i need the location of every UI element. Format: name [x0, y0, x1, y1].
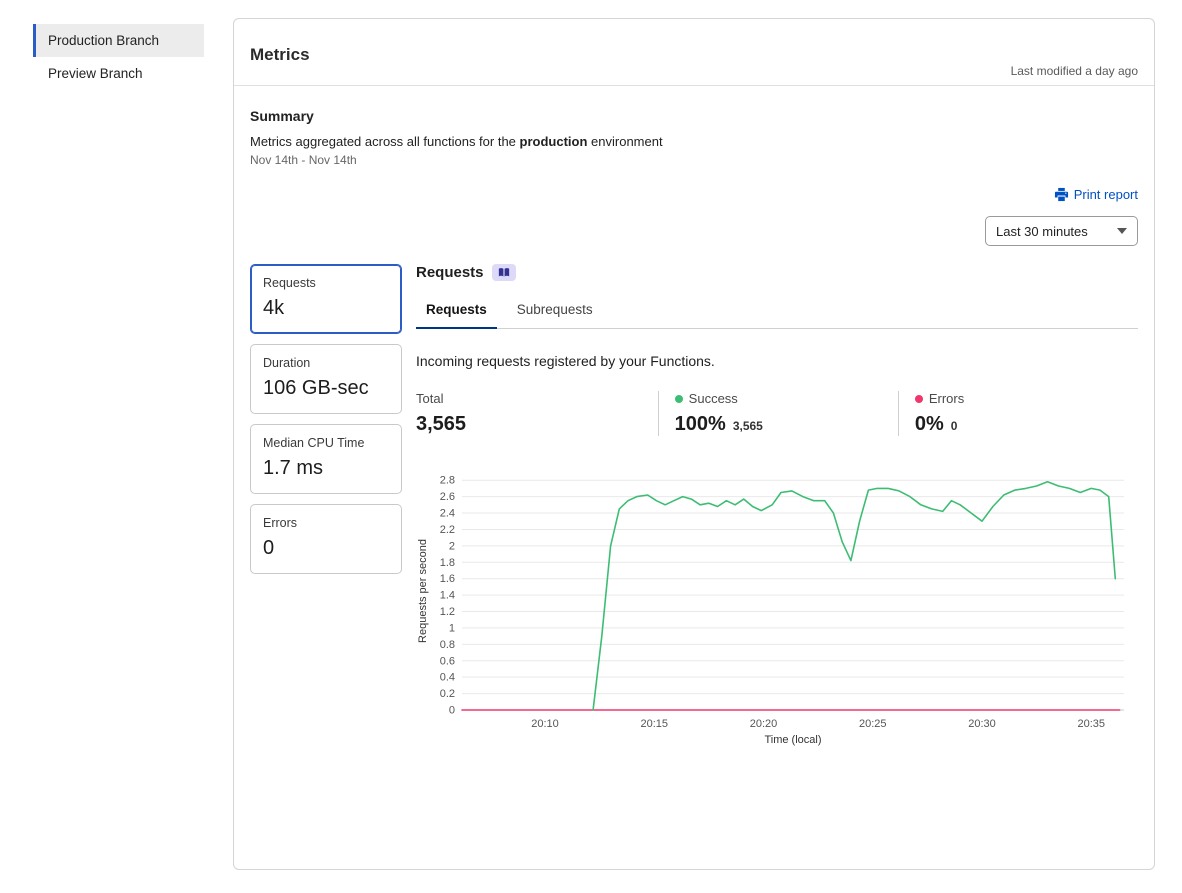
metric-card-duration[interactable]: Duration 106 GB-sec — [250, 344, 402, 414]
svg-text:0.4: 0.4 — [440, 672, 455, 684]
stat-label: Errors — [929, 391, 964, 406]
docs-icon[interactable] — [492, 264, 516, 281]
svg-text:20:35: 20:35 — [1077, 718, 1105, 730]
summary-section: Summary Metrics aggregated across all fu… — [234, 86, 1154, 797]
branch-sidebar: Production Branch Preview Branch — [33, 24, 204, 90]
sidebar-item-label: Production Branch — [48, 33, 159, 48]
stat-total: Total 3,565 — [416, 391, 658, 436]
metric-label: Median CPU Time — [263, 436, 389, 450]
svg-text:2.2: 2.2 — [440, 524, 455, 536]
page-title: Metrics — [250, 45, 1138, 65]
sidebar-item-label: Preview Branch — [48, 66, 143, 81]
svg-text:1.6: 1.6 — [440, 573, 455, 585]
svg-text:2.8: 2.8 — [440, 475, 455, 487]
stat-sub-value: 0 — [951, 419, 958, 433]
svg-text:20:10: 20:10 — [531, 718, 559, 730]
time-range-dropdown[interactable]: Last 30 minutes — [985, 216, 1138, 246]
metric-value: 1.7 ms — [263, 457, 389, 480]
requests-panel-title: Requests — [416, 264, 484, 281]
requests-chart: 0 0.2 0.4 0.6 0.8 1 1.2 1.4 1.6 1.8 2 2.2 2.4 2.6 2.8 2… — [416, 462, 1138, 757]
print-report-label: Print report — [1074, 187, 1138, 202]
metric-card-errors[interactable]: Errors 0 — [250, 504, 402, 574]
svg-text:1.2: 1.2 — [440, 606, 455, 618]
metric-label: Errors — [263, 516, 389, 530]
svg-text:20:20: 20:20 — [750, 718, 778, 730]
metric-card-median-cpu-time[interactable]: Median CPU Time 1.7 ms — [250, 424, 402, 494]
stat-value: 100% — [675, 413, 726, 436]
metric-card-requests[interactable]: Requests 4k — [250, 264, 402, 334]
metric-label: Requests — [263, 276, 389, 290]
metrics-card: Metrics Last modified a day ago Summary … — [233, 18, 1155, 870]
tab-requests[interactable]: Requests — [416, 293, 497, 329]
success-dot-icon — [675, 395, 683, 403]
summary-title: Summary — [250, 108, 1138, 124]
metric-card-list: Requests 4k Duration 106 GB-sec Median C… — [250, 264, 402, 757]
metric-value: 106 GB-sec — [263, 377, 389, 400]
svg-text:2: 2 — [449, 540, 455, 552]
stat-value: 3,565 — [416, 413, 466, 436]
requests-panel: Requests Requests Subrequests In — [416, 264, 1138, 757]
sidebar-item-preview-branch[interactable]: Preview Branch — [33, 57, 204, 90]
svg-text:Requests per second: Requests per second — [417, 539, 429, 643]
stat-success: Success 100% 3,565 — [658, 391, 898, 436]
svg-text:0.6: 0.6 — [440, 655, 455, 667]
svg-text:1.4: 1.4 — [440, 590, 455, 602]
tab-label: Subrequests — [517, 302, 593, 317]
summary-description-prefix: Metrics aggregated across all functions … — [250, 134, 520, 149]
requests-description: Incoming requests registered by your Fun… — [416, 353, 1138, 369]
svg-text:2.6: 2.6 — [440, 491, 455, 503]
summary-description: Metrics aggregated across all functions … — [250, 134, 1138, 149]
stat-value: 0% — [915, 413, 944, 436]
stat-errors: Errors 0% 0 — [898, 391, 1138, 436]
stat-label: Total — [416, 391, 443, 406]
svg-text:0.8: 0.8 — [440, 639, 455, 651]
printer-icon — [1054, 187, 1069, 202]
stat-label: Success — [689, 391, 738, 406]
stat-sub-value: 3,565 — [733, 419, 763, 433]
summary-description-suffix: environment — [587, 134, 662, 149]
metrics-header: Metrics Last modified a day ago — [234, 19, 1154, 86]
svg-text:Time (local): Time (local) — [764, 734, 821, 746]
metric-label: Duration — [263, 356, 389, 370]
print-report-link[interactable]: Print report — [1054, 187, 1138, 202]
svg-text:2.4: 2.4 — [440, 508, 455, 520]
svg-text:20:15: 20:15 — [640, 718, 668, 730]
requests-tabs: Requests Subrequests — [416, 293, 1138, 329]
requests-chart-svg: 0 0.2 0.4 0.6 0.8 1 1.2 1.4 1.6 1.8 2 2.2 2.4 2.6 2.8 2… — [416, 462, 1130, 752]
requests-stats: Total 3,565 Success 100% 3,56 — [416, 391, 1138, 436]
svg-text:20:30: 20:30 — [968, 718, 996, 730]
metric-value: 4k — [263, 297, 389, 320]
tab-subrequests[interactable]: Subrequests — [507, 293, 603, 329]
last-modified-text: Last modified a day ago — [1011, 64, 1138, 78]
chevron-down-icon — [1117, 228, 1127, 234]
svg-text:20:25: 20:25 — [859, 718, 887, 730]
sidebar-item-production-branch[interactable]: Production Branch — [33, 24, 204, 57]
environment-name: production — [520, 134, 588, 149]
tab-label: Requests — [426, 302, 487, 317]
metric-value: 0 — [263, 537, 389, 560]
svg-text:1: 1 — [449, 622, 455, 634]
time-range-value: Last 30 minutes — [996, 224, 1088, 239]
errors-dot-icon — [915, 395, 923, 403]
svg-text:0.2: 0.2 — [440, 688, 455, 700]
date-range: Nov 14th - Nov 14th — [250, 153, 1138, 167]
svg-text:0: 0 — [449, 705, 455, 717]
svg-text:1.8: 1.8 — [440, 557, 455, 569]
